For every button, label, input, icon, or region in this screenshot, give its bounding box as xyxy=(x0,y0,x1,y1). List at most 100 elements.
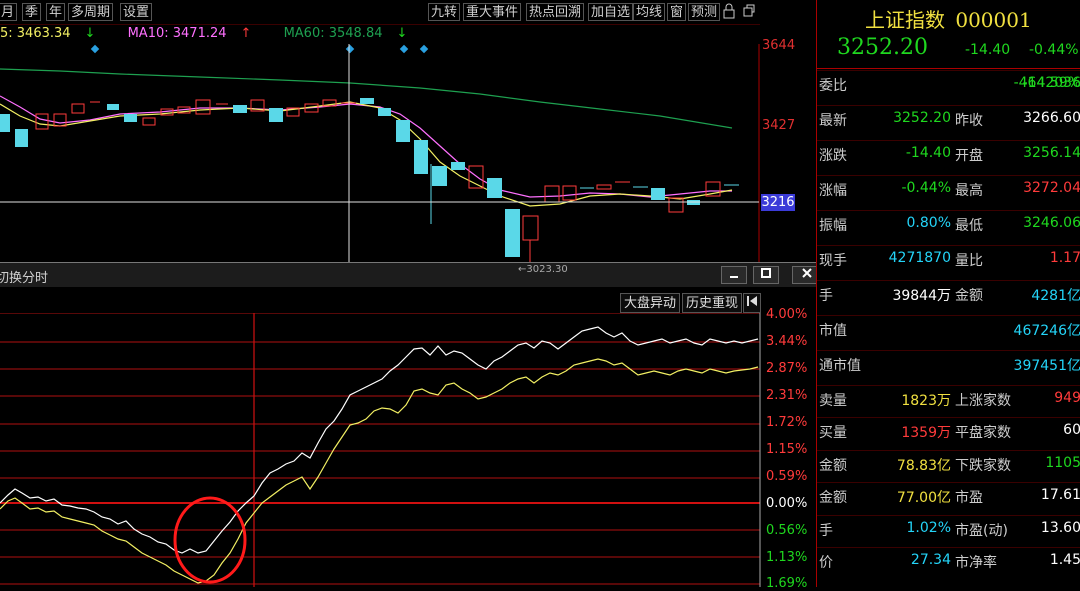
crosshair-price-label: 3216 xyxy=(761,194,795,211)
pct-label: 4.00% xyxy=(766,307,808,322)
pct-label: 0.56% xyxy=(766,523,808,538)
quote-label: 金额 xyxy=(955,288,983,304)
nine-turn-button[interactable]: 九转 xyxy=(428,3,461,21)
ma10-label: MA10: 3471.24 ↑ xyxy=(127,26,252,41)
quote-value: 3252.20 xyxy=(893,110,951,126)
ma60-label: MA60: 3548.84 ↓ xyxy=(283,26,408,41)
index-change-pct: -0.44% xyxy=(1029,42,1079,58)
quote-label: 手 xyxy=(819,523,833,539)
quote-label: 卖量 xyxy=(819,393,847,409)
low-price-marker: ←3023.30 xyxy=(518,264,568,275)
history-replay-button[interactable]: 历史重现 xyxy=(682,293,743,313)
quote-value: 3266.60 xyxy=(1023,110,1080,126)
index-change: -14.40 xyxy=(965,42,1011,58)
quote-label: 最高 xyxy=(955,183,983,199)
maximize-button[interactable] xyxy=(753,266,779,284)
back-icon[interactable] xyxy=(743,293,761,313)
intraday-chart[interactable] xyxy=(0,313,836,587)
add-watchlist-button[interactable]: 加自选 xyxy=(588,3,634,21)
moving-average-button[interactable]: 均线 xyxy=(633,3,666,21)
quote-value: 467246亿 xyxy=(1013,323,1080,339)
quote-label: 通市值 xyxy=(819,358,861,374)
quote-value: -0.44% xyxy=(901,180,951,196)
market-anomaly-button[interactable]: 大盘异动 xyxy=(620,293,681,313)
period-quarter-button[interactable]: 季 xyxy=(22,3,42,21)
candles xyxy=(0,98,739,262)
quote-label: 昨收 xyxy=(955,113,983,129)
quote-label: 市净率 xyxy=(955,555,997,571)
pct-label: 2.31% xyxy=(766,388,808,403)
price-label-3644: 3644 xyxy=(762,38,796,53)
quote-value: 1105 xyxy=(1045,455,1080,471)
quote-value: 77.00亿 xyxy=(896,490,951,506)
quote-value: 17.61 xyxy=(1040,487,1080,503)
quote-label: 手 xyxy=(819,288,833,304)
quote-value: -4642036 xyxy=(1013,75,1080,91)
quote-label: 金额 xyxy=(819,458,847,474)
multi-period-button[interactable]: 多周期 xyxy=(68,3,114,21)
minimize-icon xyxy=(730,276,738,278)
quote-value: 3256.14 xyxy=(1023,145,1080,161)
quote-value: 13.60 xyxy=(1040,520,1080,536)
hot-review-button[interactable]: 热点回溯 xyxy=(526,3,585,21)
quote-value: -14.40 xyxy=(905,145,951,161)
index-name: 上证指数 xyxy=(865,8,945,32)
quote-value: 4271870 xyxy=(888,250,951,266)
period-year-button[interactable]: 年 xyxy=(46,3,66,21)
quote-value: 1.45 xyxy=(1049,552,1080,568)
lock-icon[interactable] xyxy=(721,3,737,21)
quote-label: 涨跌 xyxy=(819,148,847,164)
window-button[interactable]: 窗 xyxy=(667,3,687,21)
period-month-button[interactable]: 月 xyxy=(0,3,18,21)
quote-value: 1.02% xyxy=(906,520,951,536)
quote-value: 39844万 xyxy=(892,288,951,304)
quote-value: 1823万 xyxy=(901,393,951,409)
pct-label: 0.59% xyxy=(766,469,808,484)
quote-label: 涨幅 xyxy=(819,183,847,199)
quote-value: 0.80% xyxy=(906,215,951,231)
restore-icon[interactable] xyxy=(741,3,757,21)
event-markers xyxy=(90,44,429,54)
quote-value: 1.17 xyxy=(1049,250,1080,266)
pct-label: 2.87% xyxy=(766,361,808,376)
quote-label: 市值 xyxy=(819,323,847,339)
quote-value: 949 xyxy=(1054,390,1080,406)
quote-label: 市盈 xyxy=(955,490,983,506)
ma5-label: 5: 3463.34 ↓ xyxy=(0,26,96,41)
quote-label: 现手 xyxy=(819,253,847,269)
quote-panel: 上证指数 000001 3252.20 -14.40 -0.44% 委比 -14.… xyxy=(816,0,1080,587)
quote-value: 27.34 xyxy=(910,552,951,568)
pct-label: 1.69% xyxy=(766,576,808,591)
index-title: 上证指数 000001 xyxy=(865,4,1032,33)
quote-label: 振幅 xyxy=(819,218,847,234)
quote-value: 4281亿 xyxy=(1031,288,1080,304)
settings-button[interactable]: 设置 xyxy=(120,3,153,21)
major-events-button[interactable]: 重大事件 xyxy=(463,3,522,21)
chart-toolbar: 月 季 年 多周期 设置 九转 重大事件 热点回溯 加自选 均线 窗 预测 xyxy=(0,0,760,25)
quote-label: 最新 xyxy=(819,113,847,129)
ma-legend: 5: 3463.34 ↓ MA10: 3471.24 ↑ MA60: 3548.84… xyxy=(0,26,435,44)
popup-titlebar[interactable]: 切换分时 xyxy=(0,263,836,287)
price-label-3427: 3427 xyxy=(762,118,796,133)
quote-value: 397451亿 xyxy=(1013,358,1080,374)
quote-value: 60 xyxy=(1063,422,1080,438)
pct-label: 3.44% xyxy=(766,334,808,349)
quote-value: 3272.04 xyxy=(1023,180,1080,196)
index-price: 3252.20 xyxy=(837,35,928,60)
quote-label: 开盘 xyxy=(955,148,983,164)
maximize-icon xyxy=(761,268,771,278)
close-icon xyxy=(802,268,812,278)
quote-label: 金额 xyxy=(819,490,847,506)
quote-label: 委比 xyxy=(819,78,847,94)
pct-label: 1.72% xyxy=(766,415,808,430)
forecast-button[interactable]: 预测 xyxy=(688,3,721,21)
quote-label: 价 xyxy=(819,555,833,571)
quote-value: 3246.06 xyxy=(1023,215,1080,231)
quote-label: 买量 xyxy=(819,425,847,441)
pct-label-zero: 0.00% xyxy=(766,496,808,511)
pct-label: 1.15% xyxy=(766,442,808,457)
kline-chart[interactable] xyxy=(0,44,816,262)
quote-label: 量比 xyxy=(955,253,983,269)
popup-title: 切换分时 xyxy=(0,271,49,286)
minimize-button[interactable] xyxy=(721,266,747,284)
